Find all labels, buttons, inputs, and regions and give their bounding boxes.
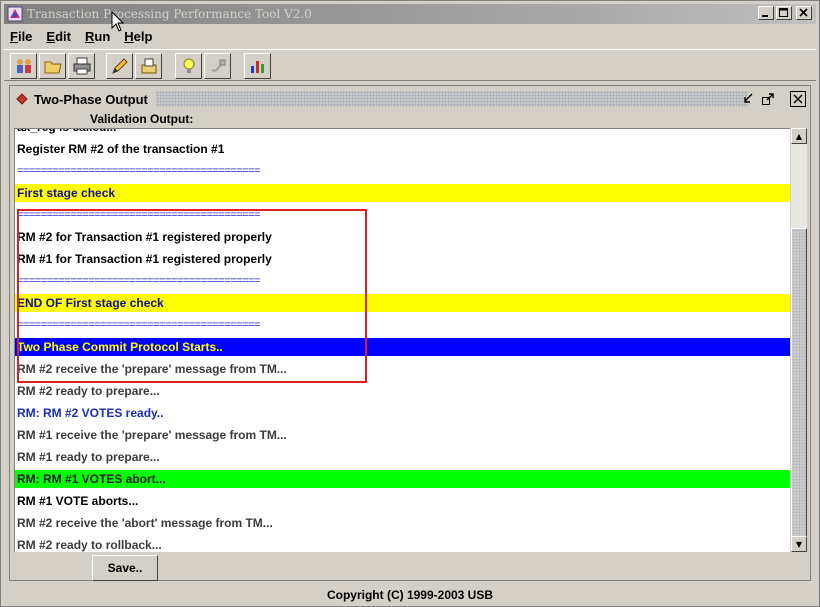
vertical-scrollbar[interactable]: ▲ ▼ (791, 128, 807, 552)
menu-help-mnemonic: H (124, 28, 134, 44)
frame-title-bar[interactable]: Two-Phase Output (12, 88, 808, 110)
toolbar-button-people[interactable] (10, 53, 37, 79)
output-line: END OF First stage check (15, 294, 790, 312)
close-icon (799, 8, 808, 17)
menu-run-label: un (94, 28, 111, 44)
restore-icon (762, 93, 774, 105)
output-lines: ax_reg is called... Register RM #2 of the… (15, 129, 790, 552)
title-bar[interactable]: Transaction Processing Performance Tool … (4, 4, 816, 24)
output-line: Two Phase Commit Protocol Starts.. (15, 338, 790, 356)
output-line: RM: RM #2 VOTES ready.. (17, 406, 164, 420)
output-line: RM #1 VOTE aborts... (17, 494, 139, 508)
output-line: RM #2 receive the 'prepare' message from… (17, 362, 287, 376)
maximize-button[interactable] (776, 6, 792, 20)
menu-edit-label: dit (55, 28, 71, 44)
output-line: RM #1 ready to prepare... (17, 450, 160, 464)
output-separator-line: ========================================… (17, 319, 260, 331)
open-folder-icon (44, 61, 62, 74)
output-line: First stage check (15, 184, 790, 202)
frame-close-button[interactable] (790, 91, 806, 107)
edit-pencil-icon (111, 58, 128, 74)
save-button[interactable]: Save.. (92, 555, 158, 581)
status-bar: Copyright (C) 1999-2003 USB (326, 588, 494, 602)
printer-icon (73, 57, 90, 75)
people-icon (16, 59, 31, 73)
toolbar-button-chart[interactable] (244, 53, 271, 79)
menu-help-label: elp (133, 28, 153, 44)
output-line: RM #2 for Transaction #1 registered prop… (17, 230, 272, 244)
close-button[interactable] (796, 6, 812, 20)
menu-bar: File Edit Run Help (4, 26, 816, 46)
arrow-down-icon: ▼ (795, 539, 803, 549)
frame-iconify-button[interactable] (740, 91, 756, 107)
scroll-up-button[interactable]: ▲ (791, 128, 807, 144)
toolbar-button-open[interactable] (39, 53, 66, 79)
arrow-up-icon: ▲ (795, 131, 803, 141)
output-line: Register RM #2 of the transaction #1 (17, 142, 225, 156)
minimize-icon (762, 15, 768, 17)
plug-icon (211, 59, 225, 72)
output-line: ax_reg is called... (15, 129, 790, 138)
output-separator-line: ========================================… (17, 275, 260, 287)
output-line: RM #2 ready to rollback... (17, 538, 162, 552)
frame-diamond-icon (16, 93, 28, 105)
frame-controls (740, 91, 806, 107)
scroll-down-button[interactable]: ▼ (791, 536, 807, 552)
menu-edit-mnemonic: E (46, 28, 56, 44)
main-window: Transaction Processing Performance Tool … (0, 0, 820, 607)
toolbar-button-print[interactable] (68, 53, 95, 79)
chart-icon (250, 61, 264, 73)
output-line: RM #1 receive the 'prepare' message from… (17, 428, 287, 442)
toolbar-button-import[interactable] (135, 53, 162, 79)
frame-restore-button[interactable] (760, 91, 776, 107)
output-line: RM #1 for Transaction #1 registered prop… (17, 252, 272, 266)
menu-file[interactable]: File (4, 29, 39, 44)
close-icon (793, 94, 803, 104)
toolbar-button-connect[interactable] (204, 53, 231, 79)
two-phase-output-frame: Two-Phase Output Validation Output: Regi… (9, 85, 811, 581)
lightbulb-icon (183, 58, 194, 73)
menu-run-mnemonic: R (84, 28, 95, 44)
output-separator-line: ========================================… (17, 165, 260, 177)
output-line: RM #2 ready to prepare... (17, 384, 160, 398)
toolbar (4, 49, 816, 81)
scroll-thumb[interactable] (791, 228, 807, 538)
output-text-area[interactable]: ax_reg is called... Register RM #2 of the… (14, 128, 790, 552)
import-icon (141, 58, 156, 74)
menu-file-mnemonic: F (10, 28, 18, 44)
minimize-button[interactable] (758, 6, 774, 20)
maximize-icon (779, 8, 788, 17)
toolbar-button-tip[interactable] (175, 53, 202, 79)
window-controls (758, 6, 812, 20)
frame-title-grip (155, 91, 748, 107)
toolbar-button-edit[interactable] (106, 53, 133, 79)
app-icon (7, 6, 23, 22)
frame-title: Two-Phase Output (34, 91, 148, 107)
menu-file-label: ile (17, 28, 33, 44)
iconify-icon (744, 93, 753, 103)
validation-output-label: Validation Output: (90, 112, 194, 126)
output-line: RM: RM #1 VOTES abort... (15, 470, 790, 488)
menu-edit[interactable]: Edit (39, 29, 78, 44)
output-separator-line: ========================================… (17, 209, 260, 221)
window-title: Transaction Processing Performance Tool … (27, 7, 312, 21)
mouse-cursor-icon (111, 11, 125, 32)
output-line: RM #2 receive the 'abort' message from T… (17, 516, 273, 530)
